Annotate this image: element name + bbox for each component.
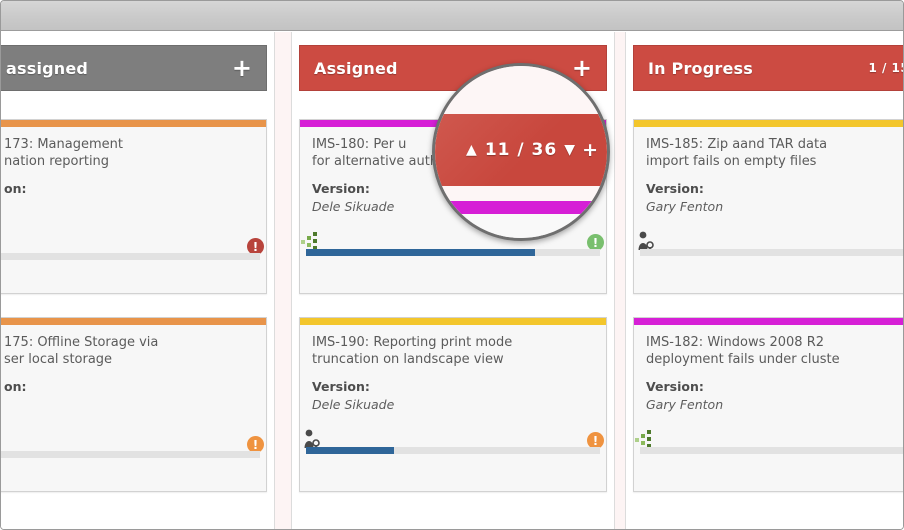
card-title: 173: Management nation reporting — [4, 136, 254, 170]
board-column-in-progress: In Progress 1 / 15 ▼ IMS-185: Zip aand T… — [625, 32, 903, 529]
card-title-line1: 173: Management — [4, 137, 123, 152]
progress-track — [640, 447, 903, 454]
card-footer: ! — [300, 416, 606, 454]
plus-icon[interactable]: + — [232, 56, 252, 80]
card-title-line2: deployment fails under cluste — [646, 352, 840, 367]
card-field-label: on: — [4, 379, 27, 394]
lens-background-bottom — [435, 214, 607, 238]
card-footer — [634, 416, 903, 454]
card-body: IMS-185: Zip aand TAR data import fails … — [634, 127, 903, 214]
card-assignee: Gary Fenton — [646, 199, 724, 214]
progress-track — [306, 447, 600, 454]
lens-background-top — [435, 66, 607, 114]
card[interactable]: IMS-185: Zip aand TAR data import fails … — [633, 119, 903, 294]
plus-icon[interactable]: + — [582, 139, 599, 161]
card-title: IMS-182: Windows 2008 R2 deployment fail… — [646, 334, 903, 368]
progress-track — [640, 249, 903, 256]
card-title-line2: for alternative auth — [312, 154, 439, 169]
lens-counter: 11 / 36 — [484, 140, 558, 160]
card-title: IMS-185: Zip aand TAR data import fails … — [646, 136, 903, 170]
card-footer: ! — [1, 222, 266, 260]
card-title-line1: 175: Offline Storage via — [4, 335, 159, 350]
card-field-label: Version: — [646, 379, 704, 394]
card-title-line2: import fails on empty files — [646, 154, 817, 169]
up-arrow-icon[interactable]: ▲ — [466, 142, 478, 158]
progress-fill — [306, 249, 536, 256]
card-field-label: Version: — [312, 379, 370, 394]
card-title-line1: IMS-190: Reporting print mode — [312, 335, 513, 350]
lens-magnified-card-stripe — [435, 201, 607, 214]
card-body: IMS-182: Windows 2008 R2 deployment fail… — [634, 325, 903, 412]
down-arrow-icon[interactable]: ▼ — [564, 142, 576, 158]
card-body: IMS-190: Reporting print mode truncation… — [300, 325, 606, 412]
column-title: assigned — [6, 58, 89, 78]
card-title-line2: nation reporting — [4, 154, 110, 169]
card-priority-stripe — [300, 318, 606, 325]
card-footer — [634, 218, 903, 256]
window-titlebar — [1, 1, 903, 31]
lens-background-mid — [435, 186, 607, 201]
card-title-line2: ser local storage — [4, 352, 113, 367]
card-title-line1: IMS-180: Per u — [312, 137, 407, 152]
column-header-in-progress[interactable]: In Progress 1 / 15 ▼ — [633, 45, 903, 91]
kanban-board: assigned + 173: Management nation report… — [1, 32, 903, 529]
column-header-unassigned[interactable]: assigned + — [1, 45, 267, 91]
progress-track — [306, 249, 600, 256]
card-body: 175: Offline Storage via ser local stora… — [1, 325, 266, 394]
magnifier-lens: ▲ 11 / 36 ▼ + — [432, 63, 610, 241]
application-window: assigned + 173: Management nation report… — [0, 0, 904, 530]
column-title: Assigned — [314, 58, 398, 78]
card[interactable]: 173: Management nation reporting on: ! — [1, 119, 267, 294]
card-title-line1: IMS-185: Zip aand TAR data — [646, 137, 828, 152]
card[interactable]: 175: Offline Storage via ser local stora… — [1, 317, 267, 492]
column-title: In Progress — [648, 58, 753, 78]
card-priority-stripe — [634, 120, 903, 127]
card-field-label: Version: — [646, 181, 704, 196]
board-column-unassigned: assigned + 173: Management nation report… — [1, 32, 275, 529]
card-assignee: Gary Fenton — [646, 397, 724, 412]
card-title-line1: IMS-182: Windows 2008 R2 — [646, 335, 825, 350]
card-priority-stripe — [1, 318, 266, 325]
card-footer: ! — [1, 420, 266, 458]
card[interactable]: IMS-182: Windows 2008 R2 deployment fail… — [633, 317, 903, 492]
card-field-label: on: — [4, 181, 27, 196]
card-title: 175: Offline Storage via ser local stora… — [4, 334, 254, 368]
column-counter: 1 / 15 — [868, 61, 903, 75]
card[interactable]: IMS-190: Reporting print mode truncation… — [299, 317, 607, 492]
card-priority-stripe — [1, 120, 266, 127]
card-priority-stripe — [634, 318, 903, 325]
card-assignee: Dele Sikuade — [312, 397, 395, 412]
card-title-line2: truncation on landscape view — [312, 352, 504, 367]
lens-magnified-column-header: ▲ 11 / 36 ▼ + — [435, 114, 607, 186]
card-title: IMS-190: Reporting print mode truncation… — [312, 334, 594, 368]
progress-fill — [306, 447, 395, 454]
card-body: 173: Management nation reporting on: — [1, 127, 266, 196]
progress-track — [1, 451, 260, 458]
progress-track — [1, 253, 260, 260]
